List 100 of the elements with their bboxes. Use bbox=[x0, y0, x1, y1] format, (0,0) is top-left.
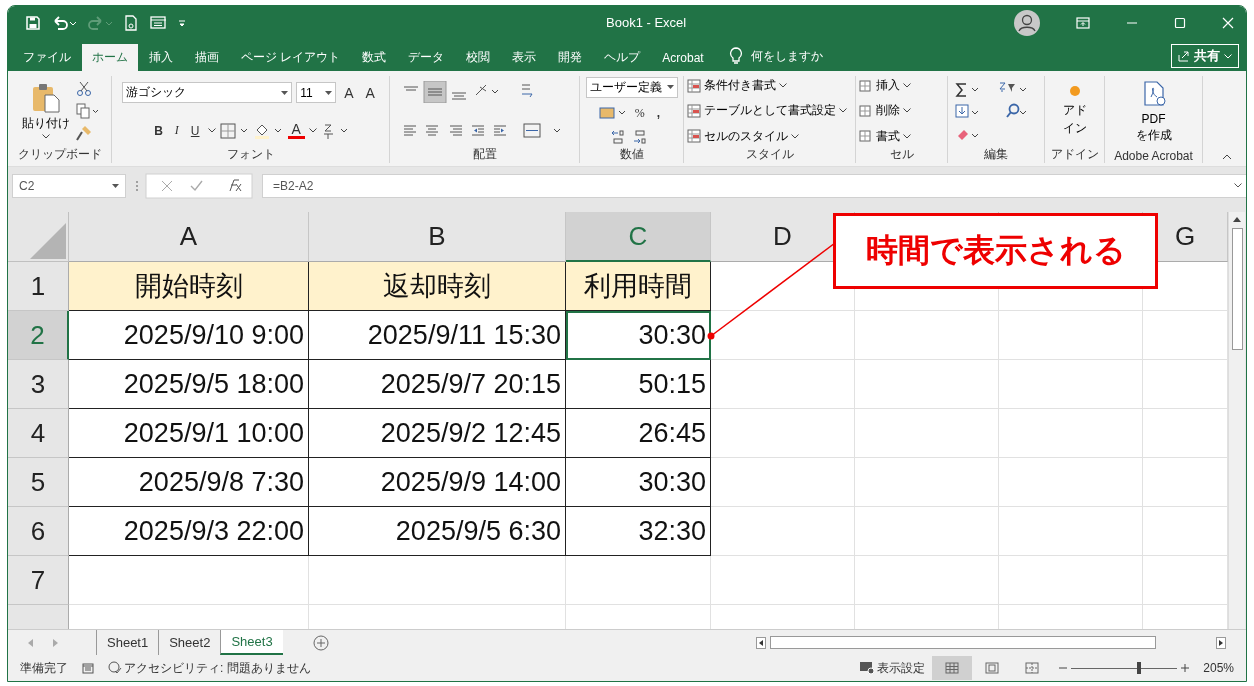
create-pdf-button[interactable]: PDF を作成 bbox=[1133, 81, 1174, 144]
tell-me-search-field[interactable]: 何をしますか bbox=[748, 44, 953, 68]
ribbon-tab[interactable]: ファイル bbox=[12, 44, 82, 71]
caret-icon[interactable] bbox=[207, 128, 216, 134]
sheet-tab[interactable]: Sheet3 bbox=[220, 630, 283, 655]
font-size-dropdown[interactable]: 11 bbox=[296, 82, 337, 104]
ribbon-tab[interactable]: ヘルプ bbox=[593, 44, 652, 71]
close-icon[interactable] bbox=[1222, 16, 1234, 29]
add-sheet-icon[interactable] bbox=[312, 634, 329, 651]
style-menu-button[interactable]: 条件付き書式 bbox=[687, 77, 787, 95]
empty-cell[interactable] bbox=[711, 507, 855, 556]
font-name-dropdown[interactable]: 游ゴシック bbox=[122, 82, 293, 104]
caret-icon[interactable] bbox=[903, 108, 911, 114]
column-header[interactable]: B bbox=[309, 212, 566, 262]
form-icon[interactable] bbox=[150, 16, 166, 29]
empty-cell[interactable] bbox=[999, 409, 1143, 458]
empty-cell[interactable] bbox=[711, 556, 855, 605]
cells-menu-button[interactable]: 書式 bbox=[859, 127, 911, 145]
sheet-navigation-arrows-icon[interactable] bbox=[28, 638, 58, 647]
save-icon[interactable] bbox=[26, 15, 40, 30]
ribbon-tab[interactable]: ホーム bbox=[82, 44, 138, 71]
name-box[interactable]: C2 bbox=[12, 173, 126, 198]
redo-icon[interactable] bbox=[88, 15, 112, 30]
currency-format-icon[interactable] bbox=[598, 105, 627, 122]
empty-cell[interactable] bbox=[999, 360, 1143, 409]
undo-icon[interactable] bbox=[52, 15, 76, 30]
formula-buttons-icons[interactable] bbox=[134, 172, 254, 199]
empty-cell[interactable] bbox=[566, 556, 711, 605]
empty-cell[interactable] bbox=[999, 458, 1143, 507]
scroll-right-arrow-icon[interactable] bbox=[1216, 636, 1226, 649]
vertical-scrollbar[interactable] bbox=[1228, 212, 1245, 629]
row-header[interactable]: 3 bbox=[8, 360, 69, 409]
share-button[interactable]: 共有 bbox=[1171, 44, 1239, 68]
empty-cell[interactable] bbox=[711, 409, 855, 458]
empty-cell[interactable] bbox=[999, 556, 1143, 605]
row-header[interactable]: 4 bbox=[8, 409, 69, 458]
zoom-level[interactable]: 205% bbox=[1203, 661, 1234, 675]
zoom-in-icon[interactable] bbox=[1181, 664, 1190, 672]
dropdown-arrow-icon[interactable] bbox=[325, 90, 333, 95]
print-preview-icon[interactable] bbox=[124, 14, 138, 31]
empty-cell[interactable] bbox=[999, 507, 1143, 556]
zoom-out-icon[interactable] bbox=[1059, 664, 1068, 672]
ribbon-tab[interactable]: ページ レイアウト bbox=[230, 44, 352, 71]
copy-icon[interactable] bbox=[75, 103, 98, 119]
empty-cell[interactable] bbox=[309, 556, 566, 605]
empty-cell[interactable] bbox=[855, 311, 999, 360]
cells-menu-button[interactable]: 削除 bbox=[859, 102, 911, 120]
ribbon-tab[interactable]: 表示 bbox=[501, 44, 548, 71]
font-color-button[interactable]: A bbox=[287, 122, 305, 140]
ribbon-display-icon[interactable] bbox=[1076, 16, 1090, 29]
ribbon-tab[interactable]: 開発 bbox=[547, 44, 594, 71]
caret-icon[interactable] bbox=[791, 133, 799, 139]
underline-button[interactable]: U bbox=[186, 123, 204, 138]
increase-font-size-button[interactable]: A bbox=[340, 84, 358, 101]
empty-cell[interactable] bbox=[711, 458, 855, 507]
cut-icon[interactable] bbox=[75, 81, 92, 97]
empty-cell[interactable] bbox=[855, 556, 999, 605]
horizontal-scrollbar[interactable] bbox=[756, 635, 1226, 650]
empty-cell[interactable] bbox=[855, 360, 999, 409]
cells-menu-button[interactable]: 挿入 bbox=[859, 77, 911, 95]
normal-view-icon[interactable] bbox=[932, 656, 973, 680]
customize-caret-icon[interactable] bbox=[178, 18, 186, 27]
ribbon-tab[interactable]: 数式 bbox=[351, 44, 398, 71]
macro-record-icon[interactable] bbox=[82, 662, 94, 674]
style-menu-button[interactable]: テーブルとして書式設定 bbox=[687, 102, 847, 120]
account-avatar-icon[interactable] bbox=[1014, 9, 1040, 36]
ribbon-tab[interactable]: 校閲 bbox=[455, 44, 502, 71]
caret-icon[interactable] bbox=[839, 108, 847, 114]
row-header[interactable]: 7 bbox=[8, 556, 69, 605]
empty-cell[interactable] bbox=[711, 360, 855, 409]
number-format-dropdown[interactable]: ユーザー定義 bbox=[585, 76, 678, 98]
accessibility-button[interactable]: アクセシビリティ: 問題ありません bbox=[108, 659, 311, 677]
display-settings-button[interactable]: 表示設定 bbox=[859, 659, 926, 677]
ribbon-tab[interactable]: 描画 bbox=[184, 44, 230, 71]
select-all-button[interactable] bbox=[8, 212, 69, 262]
caret-icon[interactable] bbox=[903, 133, 911, 139]
decrease-font-size-button[interactable]: A bbox=[361, 84, 379, 101]
caret-icon[interactable] bbox=[903, 83, 911, 89]
scroll-thumb[interactable] bbox=[1231, 228, 1243, 350]
column-header[interactable]: A bbox=[69, 212, 309, 262]
empty-cell[interactable] bbox=[855, 409, 999, 458]
paste-button[interactable]: 貼り付け bbox=[21, 83, 70, 139]
ribbon-tab[interactable]: データ bbox=[397, 44, 456, 71]
add-ins-button[interactable]: アド イン bbox=[1060, 85, 1089, 137]
row-header[interactable]: 2 bbox=[8, 311, 69, 360]
collapse-ribbon-icon[interactable] bbox=[1222, 154, 1232, 160]
scroll-left-arrow-icon[interactable] bbox=[756, 636, 766, 649]
dropdown-arrow-icon[interactable] bbox=[666, 85, 674, 90]
row-header[interactable]: 1 bbox=[8, 262, 69, 311]
percent-style-button[interactable]: % bbox=[630, 106, 649, 121]
empty-cell[interactable] bbox=[855, 507, 999, 556]
comma-style-button[interactable]: , bbox=[652, 106, 665, 121]
italic-button[interactable]: I bbox=[170, 123, 183, 139]
dropdown-arrow-icon[interactable] bbox=[281, 90, 289, 95]
caret-icon[interactable] bbox=[779, 83, 787, 89]
ribbon-tab[interactable]: 挿入 bbox=[138, 44, 184, 71]
column-header[interactable]: C bbox=[566, 212, 711, 262]
format-painter-icon[interactable] bbox=[75, 125, 92, 141]
caret-icon[interactable] bbox=[41, 134, 50, 139]
scroll-up-arrow-icon[interactable] bbox=[1233, 216, 1241, 222]
